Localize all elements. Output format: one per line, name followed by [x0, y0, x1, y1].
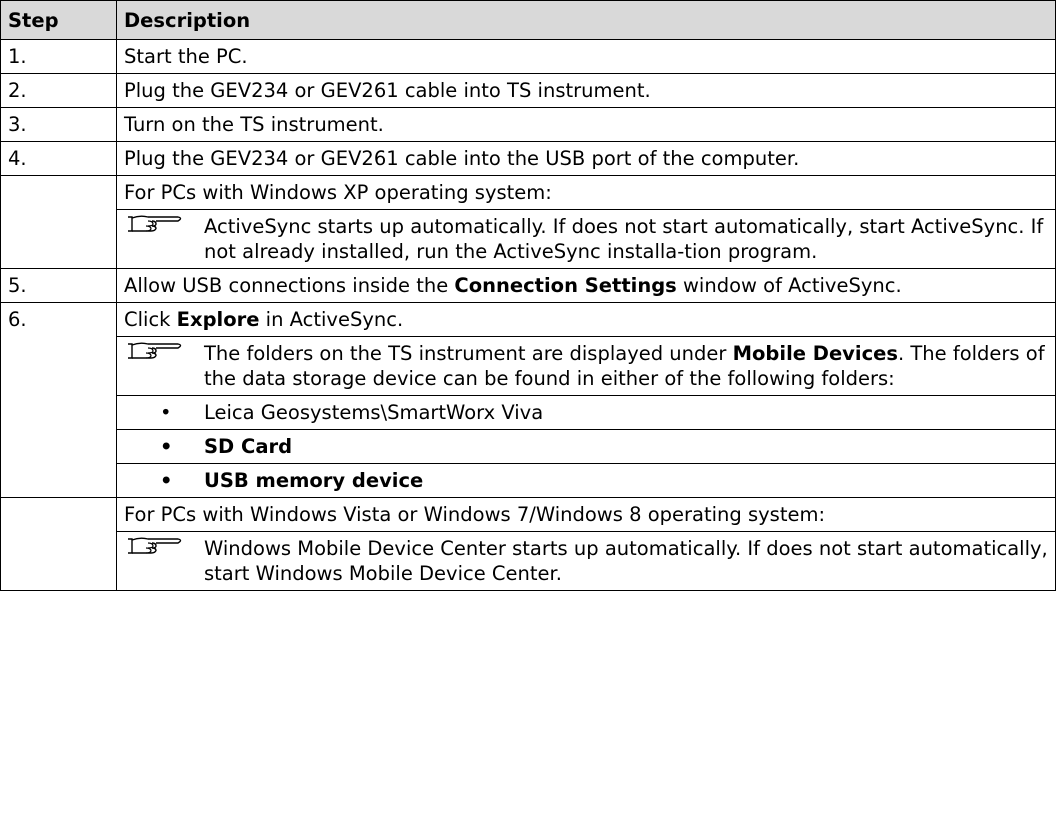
step-number: 1.	[0, 39, 117, 74]
note-text: ActiveSync starts up automatically. If d…	[204, 215, 1044, 263]
pointing-hand-icon	[128, 215, 182, 232]
bullet-dot: •	[160, 435, 173, 458]
bullet-dot: •	[160, 401, 172, 424]
list-item: • SD Card	[124, 434, 1048, 459]
step-text: Plug the GEV234 or GEV261 cable into the…	[116, 141, 1056, 176]
pointing-hand-icon	[128, 537, 182, 554]
header-description: Description	[116, 0, 1056, 40]
step-text-post: in ActiveSync.	[259, 308, 404, 331]
table-row: • USB memory device	[1, 463, 1056, 498]
note-cell: Windows Mobile Device Center starts up a…	[116, 531, 1056, 591]
table-row: For PCs with Windows XP operating system…	[0, 175, 1056, 269]
table-row: ActiveSync starts up automatically. If d…	[1, 209, 1056, 269]
table-row: • Leica Geosystems\SmartWorx Viva	[1, 395, 1056, 430]
step-text-pre: Allow USB connections inside the	[124, 274, 455, 297]
step-text: Turn on the TS instrument.	[116, 107, 1056, 142]
step-number: 3.	[0, 107, 117, 142]
note-vista: Windows Mobile Device Center starts up a…	[124, 536, 1048, 586]
folder-name: SD Card	[204, 435, 293, 458]
bullet-cell: • SD Card	[116, 429, 1056, 464]
ui-term: Connection Settings	[454, 274, 677, 297]
ui-term: Mobile Devices	[732, 342, 898, 365]
note-folders: The folders on the TS instrument are dis…	[124, 341, 1048, 391]
list-item: • USB memory device	[124, 468, 1048, 493]
table-row: For PCs with Windows Vista or Windows 7/…	[0, 497, 1056, 591]
bullet-cell: • USB memory device	[116, 463, 1056, 498]
step-number: 2.	[0, 73, 117, 108]
table-row: 4. Plug the GEV234 or GEV261 cable into …	[0, 141, 1056, 176]
step-text: Allow USB connections inside the Connect…	[116, 268, 1056, 303]
step-text: Plug the GEV234 or GEV261 cable into TS …	[116, 73, 1056, 108]
note-cell: ActiveSync starts up automatically. If d…	[116, 209, 1056, 269]
bullet-dot: •	[160, 469, 173, 492]
note-cell: The folders on the TS instrument are dis…	[116, 336, 1056, 396]
list-item: • Leica Geosystems\SmartWorx Viva	[124, 400, 1048, 425]
folder-name: USB memory device	[204, 469, 424, 492]
table-row: • SD Card	[1, 429, 1056, 464]
note-text: Windows Mobile Device Center starts up a…	[204, 537, 1048, 585]
step-number: 6.	[0, 302, 117, 498]
step-text-post: window of ActiveSync.	[676, 274, 902, 297]
table-row: 5. Allow USB connections inside the Conn…	[0, 268, 1056, 303]
pointing-hand-icon	[128, 342, 182, 359]
table-row: 3. Turn on the TS instrument.	[0, 107, 1056, 142]
header-step: Step	[0, 0, 117, 40]
manual-page: { "table": { "header_step": "Step", "hea…	[0, 0, 1062, 837]
os-heading-vista: For PCs with Windows Vista or Windows 7/…	[116, 497, 1056, 532]
ui-term: Explore	[176, 308, 260, 331]
table-row: 2. Plug the GEV234 or GEV261 cable into …	[0, 73, 1056, 108]
folder-name: Leica Geosystems\SmartWorx Viva	[204, 401, 544, 424]
table-row: Windows Mobile Device Center starts up a…	[1, 531, 1056, 591]
table-row: The folders on the TS instrument are dis…	[1, 336, 1056, 396]
note-xp: ActiveSync starts up automatically. If d…	[124, 214, 1048, 264]
step-text: Click Explore in ActiveSync.	[116, 302, 1056, 337]
step-number-empty	[0, 497, 117, 591]
bullet-cell: • Leica Geosystems\SmartWorx Viva	[116, 395, 1056, 430]
step-number: 5.	[0, 268, 117, 303]
step-number-empty	[0, 175, 117, 269]
os-heading-xp: For PCs with Windows XP operating system…	[116, 175, 1056, 210]
table-header-row: Step Description	[0, 0, 1056, 40]
step-text: Start the PC.	[116, 39, 1056, 74]
step-number: 4.	[0, 141, 117, 176]
table-row: 6. Click Explore in ActiveSync.	[0, 302, 1056, 498]
procedure-table: Step Description 1. Start the PC. 2. Plu…	[0, 0, 1056, 591]
step-text-pre: Click	[124, 308, 177, 331]
note-text-pre: The folders on the TS instrument are dis…	[204, 342, 733, 365]
table-row: 1. Start the PC.	[0, 39, 1056, 74]
